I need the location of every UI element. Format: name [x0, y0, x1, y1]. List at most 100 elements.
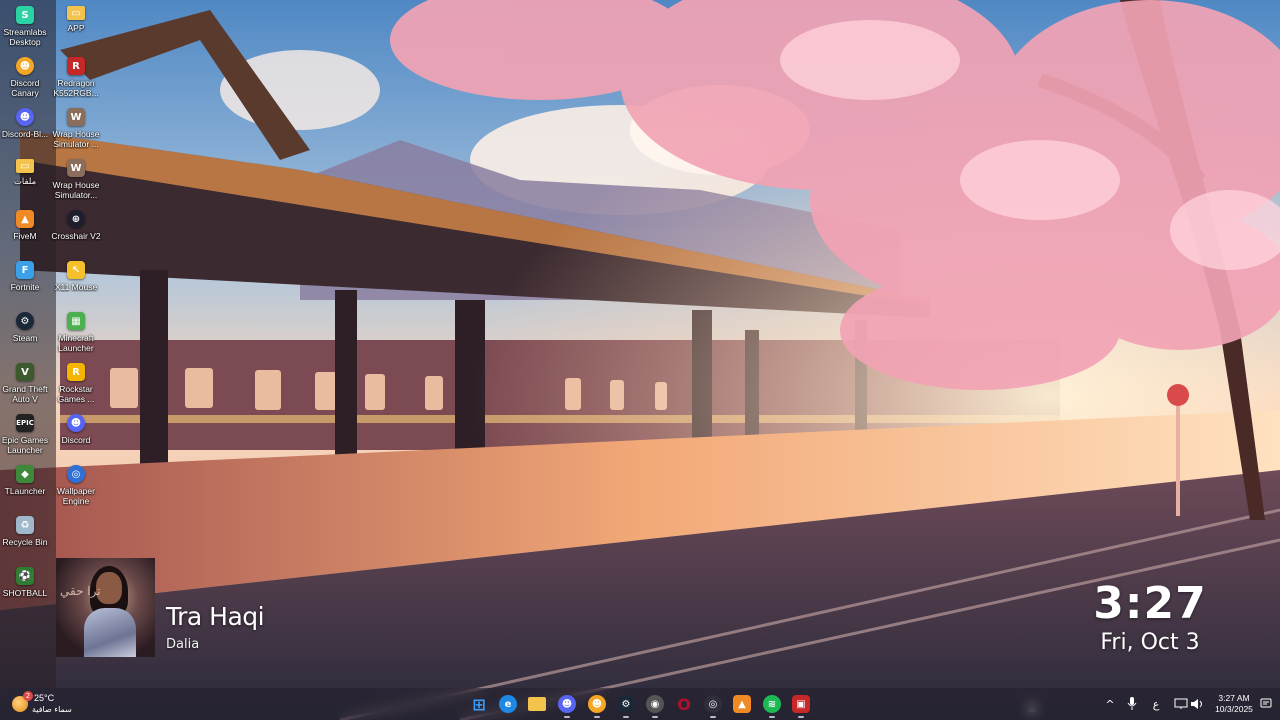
album-art-script: ترا حقي [60, 584, 101, 598]
mouse-icon: ↖ [67, 261, 85, 279]
desktop-icon-label: Redragon K552RGB... [53, 78, 99, 98]
desktop-icon-label: FiveM [13, 231, 37, 241]
start-button[interactable]: ⊞ [467, 692, 491, 716]
desktop-icon-rockstar[interactable]: R Rockstar Games ... [51, 359, 101, 409]
crosshair-app-icon: ▣ [792, 695, 810, 713]
system-clock-date: 10/3/2025 [1215, 704, 1253, 714]
wrap-house-icon: W [67, 159, 85, 177]
desktop-icon-discord-canary[interactable]: ☻ Discord Canary [0, 53, 50, 103]
edge-icon: e [499, 695, 517, 713]
microphone-button[interactable] [1124, 692, 1140, 716]
gta-icon: V [16, 363, 34, 381]
desktop-icon-steam[interactable]: ⚙ Steam [0, 308, 50, 358]
song-artist: Dalia [166, 637, 200, 652]
desktop-icon-streamlabs[interactable]: S Streamlabs Desktop [0, 2, 50, 52]
taskbar-edge[interactable]: e [496, 692, 520, 716]
taskbar-spotify[interactable]: ≋ [760, 692, 784, 718]
desktop-icon-label: X11 Mouse [54, 282, 98, 292]
desktop-icon-label: Discord Canary [10, 78, 40, 98]
desktop-icon-app-folder[interactable]: ▭ APP [51, 2, 101, 52]
taskbar-discord-canary[interactable]: ☻ [585, 692, 609, 718]
desktop-icon-label: APP [67, 23, 85, 33]
minecraft-icon: ▦ [67, 312, 85, 330]
chrome-icon: ◉ [646, 695, 664, 713]
desktop-icon-wallpaper-engine[interactable]: ◎ Wallpaper Engine [51, 461, 101, 511]
desktop-icon-shotball[interactable]: ⚽ SHOTBALL [0, 563, 50, 613]
desktop-icon-discord[interactable]: ☻ Discord [51, 410, 101, 460]
desktop-icon-x11-mouse[interactable]: ↖ X11 Mouse [51, 257, 101, 307]
microphone-icon [1127, 697, 1137, 710]
album-art: ترا حقي [56, 558, 155, 657]
network-button[interactable] [1172, 692, 1190, 716]
steam-icon: ⚙ [16, 312, 34, 330]
desktop-icon-label: Crosshair V2 [51, 231, 101, 241]
discord-icon: ☻ [16, 108, 34, 126]
desktop-icon-epic-games[interactable]: EPIC Epic Games Launcher [0, 410, 50, 460]
folder-icon: ▭ [67, 6, 85, 20]
language-label: ع [1152, 697, 1160, 711]
desktop-icon-redragon[interactable]: R Redragon K552RGB... [51, 53, 101, 103]
desktop-icon-label: Recycle Bin [2, 537, 48, 547]
desktop-icon-label: Rockstar Games ... [57, 384, 95, 404]
network-icon [1174, 698, 1188, 709]
file-explorer-icon [528, 697, 546, 711]
desktop-icon-minecraft[interactable]: ▦ Minecraft Launcher [51, 308, 101, 358]
spotify-icon: ≋ [763, 695, 781, 713]
show-hidden-icons-button[interactable]: ^ [1102, 692, 1118, 716]
weather-widget[interactable]: 2 25°C سماء صافية [8, 691, 88, 717]
song-title: Tra Haqi [166, 602, 265, 631]
notifications-button[interactable] [1258, 692, 1274, 716]
system-clock-time: 3:27 AM [1218, 693, 1250, 703]
desktop-icon-label: Fortnite [10, 282, 40, 292]
desktop-icon-wrap-house-1[interactable]: W Wrap House Simulator ... [51, 104, 101, 154]
desktop-icon-label: Grand Theft Auto V [2, 384, 48, 404]
clock-time: 3:27 [1093, 578, 1207, 629]
desktop-icon-discord-bl[interactable]: ☻ Discord-Bl... [0, 104, 50, 154]
wallpaper-engine-icon: ◎ [67, 465, 85, 483]
taskbar-file-explorer[interactable] [525, 692, 549, 716]
desktop-icon-fivem[interactable]: ▲ FiveM [0, 206, 50, 256]
desktop-icon-gta-v[interactable]: V Grand Theft Auto V [0, 359, 50, 409]
discord-canary-icon: ☻ [16, 57, 34, 75]
fivem-icon: ▲ [16, 210, 34, 228]
desktop-icon-recycle-bin[interactable]: ♻ Recycle Bin [0, 512, 50, 562]
obs-icon: ◎ [704, 695, 722, 713]
desktop-icon-label: Wallpaper Engine [57, 486, 95, 506]
desktop-icon-label: Streamlabs Desktop [3, 27, 47, 47]
language-indicator[interactable]: ع [1148, 692, 1164, 716]
fivem-icon: ▲ [733, 695, 751, 713]
discord-icon: ☻ [67, 414, 85, 432]
desktop-icon-folder-files[interactable]: ▭ ملفات [0, 155, 50, 205]
desktop-icon-crosshair-v2[interactable]: ⊕ Crosshair V2 [51, 206, 101, 256]
taskbar-steam[interactable]: ⚙ [614, 692, 638, 718]
desktop-icon-label: Wrap House Simulator ... [52, 129, 100, 149]
streamlabs-icon: S [16, 6, 34, 24]
weather-condition: سماء صافية [32, 705, 72, 714]
taskbar-obs[interactable]: ◎ [701, 692, 725, 718]
desktop-icon-label: Steam [12, 333, 38, 343]
desktop-icon-tlauncher[interactable]: ◆ TLauncher [0, 461, 50, 511]
weather-badge: 2 [23, 691, 33, 701]
taskbar-crosshair[interactable]: ▣ [789, 692, 813, 718]
opera-icon: O [677, 694, 691, 714]
system-clock[interactable]: 3:27 AM 10/3/2025 [1208, 693, 1260, 715]
desktop-icon-label: Epic Games Launcher [1, 435, 49, 455]
fortnite-icon: F [16, 261, 34, 279]
chevron-up-icon: ^ [1105, 697, 1115, 711]
windows-icon: ⊞ [472, 694, 486, 714]
taskbar-fivem[interactable]: ▲ [730, 692, 754, 716]
desktop-icon-fortnite[interactable]: F Fortnite [0, 257, 50, 307]
now-playing-widget[interactable]: ترا حقي Tra Haqi Dalia [56, 558, 316, 658]
desktop-icon-label: Discord [61, 435, 91, 445]
wrap-house-icon: W [67, 108, 85, 126]
discord-icon: ☻ [558, 695, 576, 713]
desktop-icon-label: SHOTBALL [2, 588, 48, 598]
taskbar-discord[interactable]: ☻ [555, 692, 579, 718]
volume-button[interactable] [1189, 692, 1205, 716]
taskbar-opera[interactable]: O [672, 692, 696, 716]
desktop-icon-wrap-house-2[interactable]: W Wrap House Simulator... [51, 155, 101, 205]
taskbar-chrome[interactable]: ◉ [643, 692, 667, 718]
desktop-icon-label: Minecraft Launcher [58, 333, 94, 353]
shotball-icon: ⚽ [16, 567, 34, 585]
volume-icon [1191, 699, 1202, 709]
